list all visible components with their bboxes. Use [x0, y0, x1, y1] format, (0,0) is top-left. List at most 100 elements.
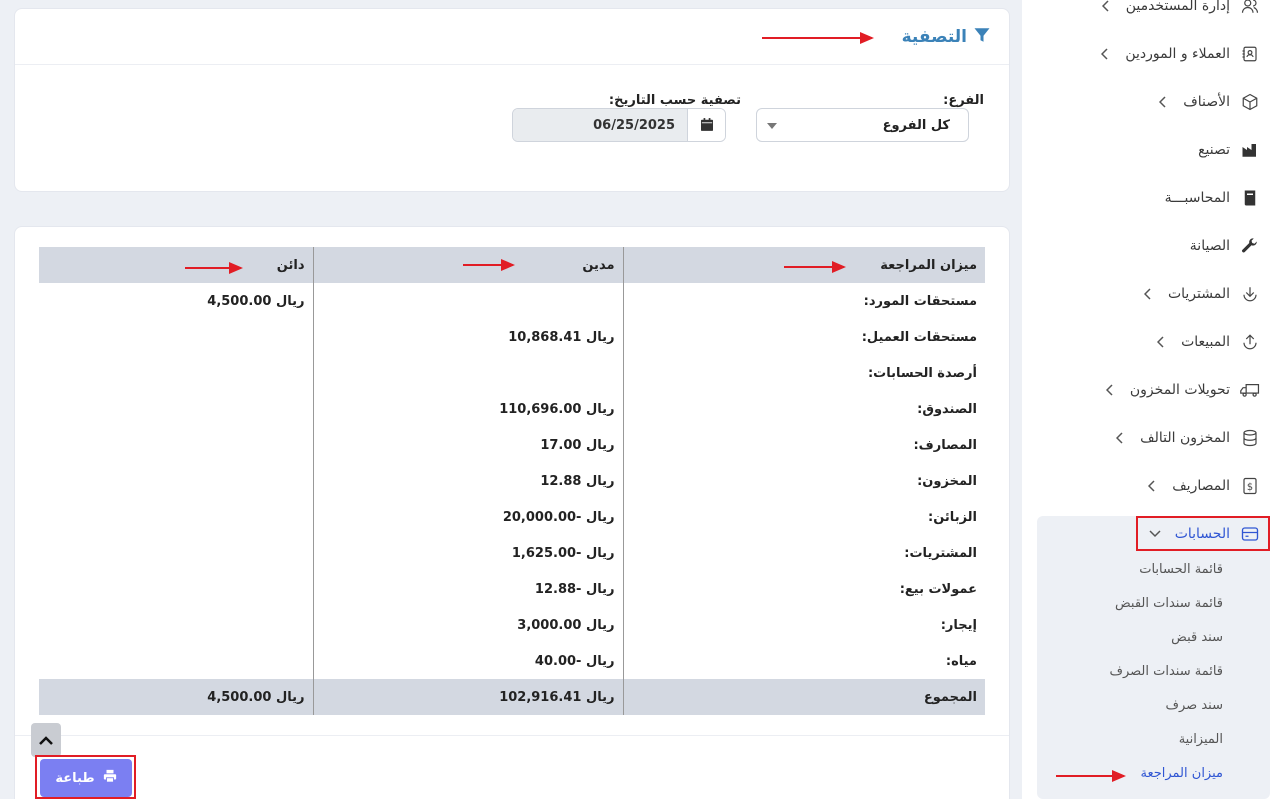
users-icon [1240, 0, 1260, 16]
row-credit: ريال 4,500.00 [207, 293, 305, 309]
branch-select-value: كل الفروع [882, 117, 950, 133]
row-credit [39, 535, 313, 571]
sidebar-item-label: الأصناف [1183, 94, 1230, 110]
sidebar-item-items[interactable]: الأصناف [1022, 78, 1280, 126]
sidebar-item-maintenance[interactable]: الصيانة [1022, 222, 1280, 270]
highlight-box-accounts [1136, 516, 1270, 551]
chevron-left-icon [1157, 96, 1169, 108]
row-credit [39, 355, 313, 391]
row-credit [39, 607, 313, 643]
row-account: الصندوق: [917, 401, 977, 417]
sidebar-item-label: الصيانة [1189, 238, 1230, 254]
sidebar-item-expenses[interactable]: $ المصاريف [1022, 462, 1280, 510]
submenu-receipt-vouchers-list[interactable]: قائمة سندات القبض [1037, 596, 1223, 611]
caret-down-icon [767, 118, 777, 133]
box-icon [1240, 92, 1260, 112]
table-row: مستحقات العميل: ريال 10,868.41 [39, 319, 985, 355]
row-debit: ريال 17.00 [312, 427, 624, 463]
row-debit: ريال 3,000.00 [312, 607, 624, 643]
row-account: المخزون: [917, 473, 977, 489]
table-row: الصندوق: ريال 110,696.00 [39, 391, 985, 427]
column-header-credit: دائن [39, 247, 313, 283]
annotation-arrow [784, 261, 846, 273]
date-filter: 06/25/2025 [512, 108, 726, 142]
row-debit [312, 283, 624, 319]
chevron-left-icon [1100, 0, 1112, 12]
factory-icon [1240, 140, 1260, 160]
dollar-receipt-icon: $ [1240, 476, 1260, 496]
upload-icon [1240, 332, 1260, 352]
sidebar-item-label: العملاء و الموردين [1125, 46, 1230, 62]
branch-label: الفرع: [943, 93, 984, 108]
contacts-book-icon [1240, 44, 1260, 64]
sidebar-item-label: المحاسبـــة [1164, 190, 1230, 206]
filter-title: التصفية [901, 26, 967, 47]
table-row: أرصدة الحسابات: [39, 355, 985, 391]
submenu-accounts-list[interactable]: قائمة الحسابات [1037, 562, 1223, 577]
row-account: المصارف: [913, 437, 977, 453]
row-credit [39, 463, 313, 499]
sidebar-item-label: المخزون التالف [1140, 430, 1230, 446]
calendar-button[interactable] [687, 109, 725, 141]
table-row: عمولات بيع: ريال -12.88 [39, 571, 985, 607]
table-row: الزبائن: ريال -20,000.00 [39, 499, 985, 535]
submenu-balance-sheet[interactable]: الميزانية [1037, 732, 1223, 747]
total-credit: ريال 4,500.00 [39, 679, 313, 715]
sidebar-item-purchases[interactable]: المشتريات [1022, 270, 1280, 318]
table-total-row: المجموع ريال 102,916.41 ريال 4,500.00 [39, 679, 985, 715]
table-row: المخزون: ريال 12.88 [39, 463, 985, 499]
row-debit: ريال -12.88 [312, 571, 624, 607]
total-debit: ريال 102,916.41 [312, 679, 624, 715]
row-account: عمولات بيع: [899, 581, 977, 597]
scroll-to-top-button[interactable] [31, 723, 61, 757]
trial-balance-table: ميزان المراجعة مدين دائن مستحقات المورد:… [39, 247, 985, 715]
sidebar-item-damaged-stock[interactable]: المخزون التالف [1022, 414, 1280, 462]
table-row: المشتريات: ريال -1,625.00 [39, 535, 985, 571]
row-account: الزبائن: [928, 509, 977, 525]
table-row: مياه: ريال -40.00 [39, 643, 985, 679]
accounts-submenu [1037, 516, 1270, 799]
row-debit: ريال 10,868.41 [312, 319, 624, 355]
submenu-payment-vouchers-list[interactable]: قائمة سندات الصرف [1037, 664, 1223, 679]
sidebar-item-stock-transfers[interactable]: تحويلات المخزون [1022, 366, 1280, 414]
row-debit: ريال -1,625.00 [312, 535, 624, 571]
row-credit [39, 571, 313, 607]
date-filter-label: تصفية حسب التاريخ: [608, 93, 741, 108]
submenu-trial-balance[interactable]: ميزان المراجعة [1037, 766, 1223, 781]
sidebar-item-sales[interactable]: المبيعات [1022, 318, 1280, 366]
row-credit [39, 319, 313, 355]
database-icon [1240, 428, 1260, 448]
filter-icon [973, 26, 991, 48]
trial-balance-card: ميزان المراجعة مدين دائن مستحقات المورد:… [14, 226, 1010, 799]
book-icon [1240, 188, 1260, 208]
row-debit [312, 355, 624, 391]
chevron-left-icon [1104, 384, 1116, 396]
calendar-icon [700, 116, 713, 135]
sidebar-item-accounting[interactable]: المحاسبـــة [1022, 174, 1280, 222]
date-input[interactable]: 06/25/2025 [513, 109, 687, 141]
divider [15, 735, 1009, 736]
sidebar-item-label: تصنيع [1198, 142, 1230, 158]
row-debit: ريال -20,000.00 [312, 499, 624, 535]
submenu-receipt-voucher[interactable]: سند قبض [1037, 630, 1223, 645]
table-row: مستحقات المورد: ريال 4,500.00 [39, 283, 985, 319]
annotation-arrow [185, 262, 243, 274]
submenu-payment-voucher[interactable]: سند صرف [1037, 698, 1223, 713]
sidebar-item-customers-suppliers[interactable]: العملاء و الموردين [1022, 30, 1280, 78]
total-label: المجموع [623, 679, 985, 715]
annotation-arrow [463, 259, 515, 271]
chevron-left-icon [1155, 336, 1167, 348]
highlight-box-print [35, 755, 136, 799]
chevron-left-icon [1114, 432, 1126, 444]
sidebar-item-users[interactable]: إدارة المستخدمين [1022, 0, 1280, 30]
branch-select[interactable]: كل الفروع [756, 108, 969, 142]
row-debit: ريال 12.88 [312, 463, 624, 499]
row-credit [39, 499, 313, 535]
chevron-left-icon [1146, 480, 1158, 492]
sidebar-item-manufacturing[interactable]: تصنيع [1022, 126, 1280, 174]
table-row: المصارف: ريال 17.00 [39, 427, 985, 463]
row-debit: ريال 110,696.00 [312, 391, 624, 427]
column-header-account: ميزان المراجعة [623, 247, 985, 283]
sidebar-item-label: المصاريف [1172, 478, 1230, 494]
chevron-left-icon [1142, 288, 1154, 300]
